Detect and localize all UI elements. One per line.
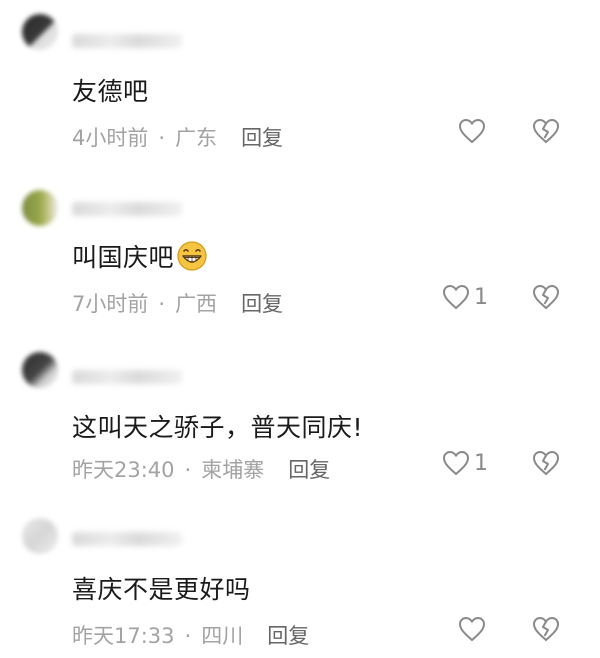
heart-outline-icon bbox=[458, 118, 486, 144]
username-blurred[interactable] bbox=[72, 34, 182, 48]
meta-separator: · bbox=[158, 292, 166, 316]
comment-location: 四川 bbox=[201, 624, 244, 648]
broken-heart-outline-icon bbox=[532, 616, 560, 642]
comment-location: 柬埔寨 bbox=[201, 458, 265, 482]
comment-meta: 昨天17:33 · 四川 回复 bbox=[72, 620, 309, 650]
comment-item: 喜庆不是更好吗 昨天17:33 · 四川 回复 bbox=[0, 498, 600, 658]
reply-button[interactable]: 回复 bbox=[241, 126, 283, 150]
meta-separator: · bbox=[184, 458, 192, 482]
comment-location: 广西 bbox=[175, 292, 218, 316]
dislike-button[interactable] bbox=[532, 616, 560, 642]
comment-time: 昨天17:33 bbox=[72, 624, 175, 648]
like-button[interactable]: 1 bbox=[442, 450, 488, 476]
comment-text: 喜庆不是更好吗 bbox=[72, 575, 251, 604]
like-button[interactable] bbox=[458, 616, 490, 642]
comment-item: 这叫天之骄子，普天同庆! 昨天23:40 · 柬埔寨 回复 1 bbox=[0, 332, 600, 492]
username-blurred[interactable] bbox=[72, 202, 182, 216]
username-blurred[interactable] bbox=[72, 370, 182, 384]
comment-meta: 4小时前 · 广东 回复 bbox=[72, 122, 283, 152]
comment-text: 这叫天之骄子，普天同庆! bbox=[72, 413, 364, 442]
comment-item: 叫国庆吧 7小时前 · 广西 回复 1 bbox=[0, 166, 600, 326]
dislike-button[interactable] bbox=[532, 284, 560, 310]
like-count: 1 bbox=[474, 450, 488, 476]
dislike-button[interactable] bbox=[532, 450, 560, 476]
reply-button[interactable]: 回复 bbox=[241, 292, 283, 316]
like-button[interactable]: 1 bbox=[442, 284, 488, 310]
reply-button[interactable]: 回复 bbox=[267, 624, 309, 648]
comment-meta: 昨天23:40 · 柬埔寨 回复 bbox=[72, 454, 330, 484]
comment-location: 广东 bbox=[175, 126, 218, 150]
comment-meta: 7小时前 · 广西 回复 bbox=[72, 288, 283, 318]
comment-text: 叫国庆吧 bbox=[72, 238, 208, 278]
heart-outline-icon bbox=[442, 284, 470, 310]
comment-text: 友德吧 bbox=[72, 77, 149, 106]
reply-button[interactable]: 回复 bbox=[288, 458, 330, 482]
meta-separator: · bbox=[184, 624, 192, 648]
comment-time: 4小时前 bbox=[72, 126, 149, 150]
meta-separator: · bbox=[158, 126, 166, 150]
comment-text-body: 叫国庆吧 bbox=[72, 243, 175, 272]
like-button[interactable] bbox=[458, 118, 490, 144]
comment-time: 7小时前 bbox=[72, 292, 149, 316]
like-count: 1 bbox=[474, 284, 488, 310]
avatar[interactable] bbox=[22, 190, 58, 226]
avatar[interactable] bbox=[22, 518, 58, 554]
broken-heart-outline-icon bbox=[532, 284, 560, 310]
heart-outline-icon bbox=[458, 616, 486, 642]
comment-item: 友德吧 4小时前 · 广东 回复 bbox=[0, 0, 600, 160]
broken-heart-outline-icon bbox=[532, 450, 560, 476]
username-blurred[interactable] bbox=[72, 532, 182, 546]
comment-time: 昨天23:40 bbox=[72, 458, 175, 482]
broken-heart-outline-icon bbox=[532, 118, 560, 144]
heart-outline-icon bbox=[442, 450, 470, 476]
grinning-face-emoji-icon bbox=[176, 240, 208, 278]
avatar[interactable] bbox=[22, 14, 58, 50]
dislike-button[interactable] bbox=[532, 118, 560, 144]
avatar[interactable] bbox=[22, 352, 58, 388]
